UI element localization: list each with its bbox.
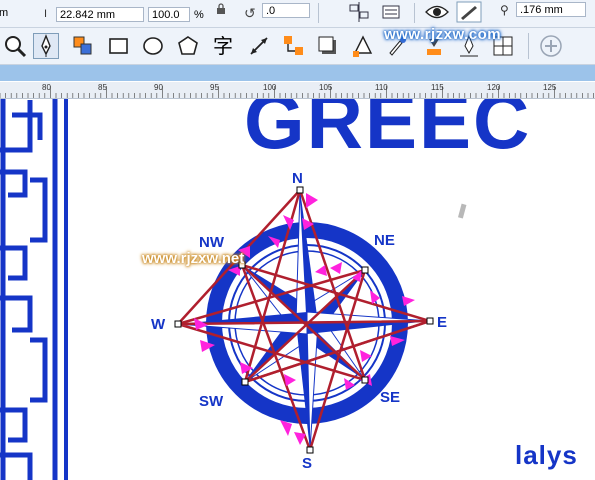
separator — [414, 3, 415, 23]
compass-label-north: N — [292, 170, 303, 187]
compass-label-east: E — [437, 314, 448, 331]
separator — [318, 3, 319, 23]
separator — [528, 33, 529, 59]
drop-shadow-tool[interactable] — [315, 33, 341, 59]
wrap-text-icon[interactable] — [380, 2, 402, 27]
parallel-dimension-tool[interactable] — [246, 33, 272, 59]
ruler-tick-label: 105 — [319, 83, 333, 92]
percent-label: % — [194, 9, 204, 21]
compass-label-northeast: NE — [374, 232, 395, 249]
site-watermark-top: www.rjzxw.com — [384, 26, 502, 43]
scale-field[interactable]: 100.0 — [148, 7, 190, 22]
rectangle-tool[interactable] — [106, 33, 132, 59]
ruler-tick-label: 90 — [154, 83, 163, 92]
ruler-tick-label: 125 — [543, 83, 557, 92]
add-icon[interactable] — [538, 33, 564, 59]
map-title-text: GREEC — [244, 99, 532, 165]
ellipse-tool[interactable] — [140, 33, 166, 59]
connector-tool[interactable] — [281, 33, 307, 59]
view-eye-icon[interactable] — [424, 1, 450, 27]
ruler-tick-label: 120 — [487, 83, 501, 92]
lock-ratio-icon[interactable] — [215, 2, 227, 20]
horizontal-ruler: 80 85 90 95 100 105 110 115 120 125 — [0, 82, 595, 99]
unit-fragment: m — [0, 6, 12, 21]
rotate-icon: ↺ — [244, 5, 256, 21]
ruler-tick-label: 85 — [98, 83, 107, 92]
toolbox: 字 www.rjzxw.com — [0, 26, 595, 65]
outline-width-field[interactable]: .176 mm — [516, 2, 586, 17]
property-bar: m I 22.842 mm 100.0 % ↺ .0 ⚲ .176 mm — [0, 0, 595, 28]
ruler-scale — [0, 86, 594, 98]
site-watermark: www.rjzxw.net — [142, 250, 245, 267]
rotation-field[interactable]: .0 — [262, 3, 310, 18]
footer-text: lalys — [515, 440, 578, 470]
ruler-tick-label: 110 — [375, 83, 388, 92]
transparency-tool[interactable] — [350, 33, 376, 59]
ruler-tick-label: 115 — [431, 83, 444, 92]
freehand-tool[interactable] — [33, 33, 59, 59]
height-icon: I — [44, 8, 48, 20]
compass-label-southeast: SE — [380, 389, 401, 406]
polygon-tool[interactable] — [175, 33, 201, 59]
zoom-tool[interactable] — [2, 33, 28, 59]
height-field[interactable]: 22.842 mm — [56, 7, 144, 22]
docker-strip — [0, 65, 595, 81]
greek-key-border — [0, 99, 68, 480]
ruler-tick-label: 95 — [210, 83, 219, 92]
outline-width-icon: ⚲ — [500, 3, 509, 17]
compass-label-southwest: SW — [199, 393, 224, 410]
drawing-canvas[interactable]: GREEC N NE E SE S SW W NW lalys www.rjzx… — [0, 99, 595, 480]
compass-label-south: S — [302, 455, 313, 472]
compass-label-northwest: NW — [199, 234, 224, 251]
align-icon[interactable] — [348, 2, 370, 27]
text-tool[interactable]: 字 — [210, 33, 236, 59]
ruler-tick-label: 80 — [42, 83, 51, 92]
outline-pen-icon[interactable] — [456, 1, 482, 27]
smart-fill-tool[interactable] — [70, 33, 96, 59]
ruler-tick-label: 100 — [263, 83, 277, 92]
compass-label-west: W — [151, 316, 166, 333]
